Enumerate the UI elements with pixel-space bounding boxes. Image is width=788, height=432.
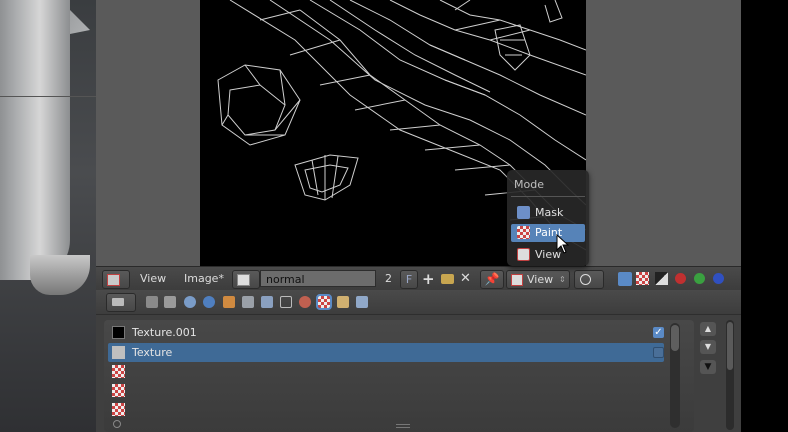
modifiers-tab-icon[interactable]: [261, 296, 273, 308]
texture-swatch: [112, 365, 125, 378]
texture-slot-label: Texture: [132, 346, 173, 359]
mode-menu-title: Mode: [514, 178, 544, 191]
texture-swatch: [112, 346, 125, 359]
list-item[interactable]: Texture.001 ✓: [108, 323, 664, 342]
scene-tab-icon[interactable]: [184, 296, 196, 308]
red-channel-icon[interactable]: [675, 273, 686, 284]
texture-tab-icon[interactable]: [316, 294, 332, 310]
pivot-icon: [580, 274, 591, 285]
screen-edge: [741, 0, 788, 432]
data-tab-icon[interactable]: [280, 296, 292, 308]
mouse-cursor-icon: [556, 234, 570, 254]
mode-select-label: View: [527, 273, 554, 286]
list-item[interactable]: Texture: [108, 343, 664, 362]
users-count: 2: [385, 272, 392, 285]
menu-divider: [511, 196, 585, 197]
list-scrollbar[interactable]: [670, 323, 680, 428]
open-folder-icon[interactable]: [441, 274, 454, 284]
panel-scrollbar-thumb[interactable]: [727, 322, 733, 370]
image-icon: [237, 274, 250, 286]
mode-item-label: Mask: [535, 206, 564, 219]
image-editor-header: View Image* normal 2 F + ✕ 📌 View ⇕: [96, 266, 741, 291]
editor-type-button[interactable]: [102, 270, 130, 289]
alpha-channel-icon[interactable]: [636, 272, 649, 285]
texture-slot-label: Texture.001: [132, 326, 197, 339]
image-name-field[interactable]: normal: [260, 270, 376, 287]
properties-panel: Texture.001 ✓ Texture ▲ ▼ ▼: [96, 290, 741, 432]
properties-editor-type-button[interactable]: [106, 293, 136, 312]
world-tab-icon[interactable]: [203, 296, 215, 308]
panel-scrollbar[interactable]: [726, 320, 734, 430]
list-item[interactable]: [108, 381, 664, 400]
image-editor-icon: [107, 274, 120, 286]
resize-grip[interactable]: [396, 424, 410, 428]
mask-icon: [517, 206, 530, 219]
texture-swatch: [112, 384, 125, 397]
view-icon: [517, 248, 530, 261]
particles-tab-icon[interactable]: [337, 296, 349, 308]
object-tab-icon[interactable]: [223, 296, 235, 308]
more-slots-icon: [113, 420, 121, 428]
list-item[interactable]: [108, 362, 664, 381]
image-browse-button[interactable]: [232, 270, 260, 289]
mode-item-view[interactable]: View: [511, 246, 585, 264]
texture-swatch: [112, 403, 125, 416]
chevron-updown-icon: ⇕: [559, 275, 566, 284]
physics-tab-icon[interactable]: [356, 296, 368, 308]
texture-enable-checkbox[interactable]: [653, 347, 664, 358]
draw-channels-color-icon[interactable]: [618, 272, 632, 286]
paint-icon: [517, 226, 530, 239]
green-channel-icon[interactable]: [694, 273, 705, 284]
texture-slots-list[interactable]: Texture.001 ✓ Texture: [104, 320, 694, 432]
viewport-edge: [0, 96, 96, 97]
mesh-body: [0, 0, 70, 280]
fake-user-button[interactable]: F: [400, 270, 418, 289]
pin-icon: 📌: [484, 272, 500, 286]
scrollbar-thumb[interactable]: [671, 325, 679, 351]
view-mode-icon: [511, 274, 523, 286]
z-buffer-icon[interactable]: [655, 272, 668, 285]
list-item[interactable]: [108, 400, 664, 419]
texture-enable-checkbox[interactable]: ✓: [653, 327, 664, 338]
material-tab-icon[interactable]: [299, 296, 311, 308]
pin-button[interactable]: 📌: [480, 270, 504, 289]
move-down-button[interactable]: ▼: [700, 340, 716, 354]
blue-channel-icon[interactable]: [713, 273, 724, 284]
image-menu[interactable]: Image*: [184, 270, 224, 288]
properties-icon: [112, 298, 124, 306]
render-layers-tab-icon[interactable]: [164, 296, 176, 308]
pivot-button[interactable]: [574, 270, 604, 289]
mode-item-paint[interactable]: Paint: [511, 224, 585, 242]
mode-menu: Mode Mask Paint View: [507, 170, 589, 266]
texture-swatch: [112, 326, 125, 339]
constraints-tab-icon[interactable]: [242, 296, 254, 308]
3d-viewport[interactable]: [0, 0, 96, 432]
unlink-icon[interactable]: ✕: [460, 270, 471, 288]
view-menu[interactable]: View: [140, 270, 166, 288]
properties-tabs: [96, 290, 741, 315]
mode-item-mask[interactable]: Mask: [511, 204, 585, 222]
mesh-foot: [30, 255, 90, 295]
move-up-button[interactable]: ▲: [700, 322, 716, 336]
new-image-icon[interactable]: +: [422, 270, 435, 288]
mode-select[interactable]: View ⇕: [506, 270, 570, 289]
image-editor[interactable]: [96, 0, 741, 266]
specials-menu-button[interactable]: ▼: [700, 360, 716, 374]
render-tab-icon[interactable]: [146, 296, 158, 308]
